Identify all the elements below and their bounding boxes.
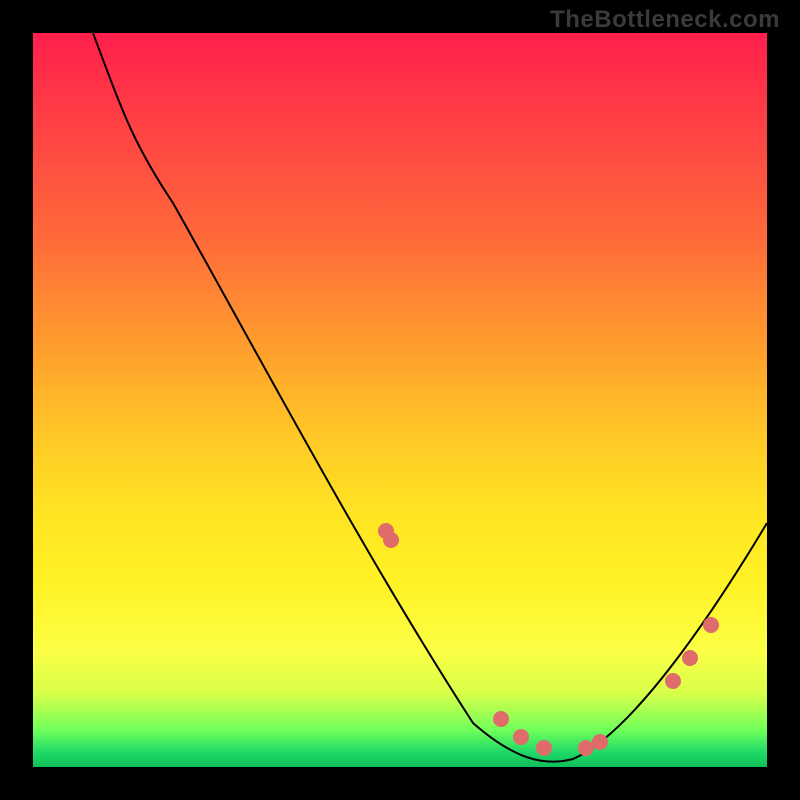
marker-pill (457, 655, 481, 693)
marker-dot (665, 673, 681, 689)
marker-dot (703, 617, 719, 633)
marker-dot (578, 740, 594, 756)
bottleneck-curve (93, 33, 767, 762)
marker-pill (429, 605, 453, 649)
marker-dot (536, 740, 552, 756)
watermark-text: TheBottleneck.com (550, 6, 780, 34)
plot-area (33, 33, 767, 767)
marker-dot (383, 532, 399, 548)
chart-container: TheBottleneck.com (0, 0, 800, 800)
marker-pill (403, 561, 425, 598)
marker-dot (493, 711, 509, 727)
marker-dot (682, 650, 698, 666)
marker-dot (592, 734, 608, 750)
chart-svg (33, 33, 767, 767)
marker-dot (513, 729, 529, 745)
markers-group (378, 523, 719, 756)
